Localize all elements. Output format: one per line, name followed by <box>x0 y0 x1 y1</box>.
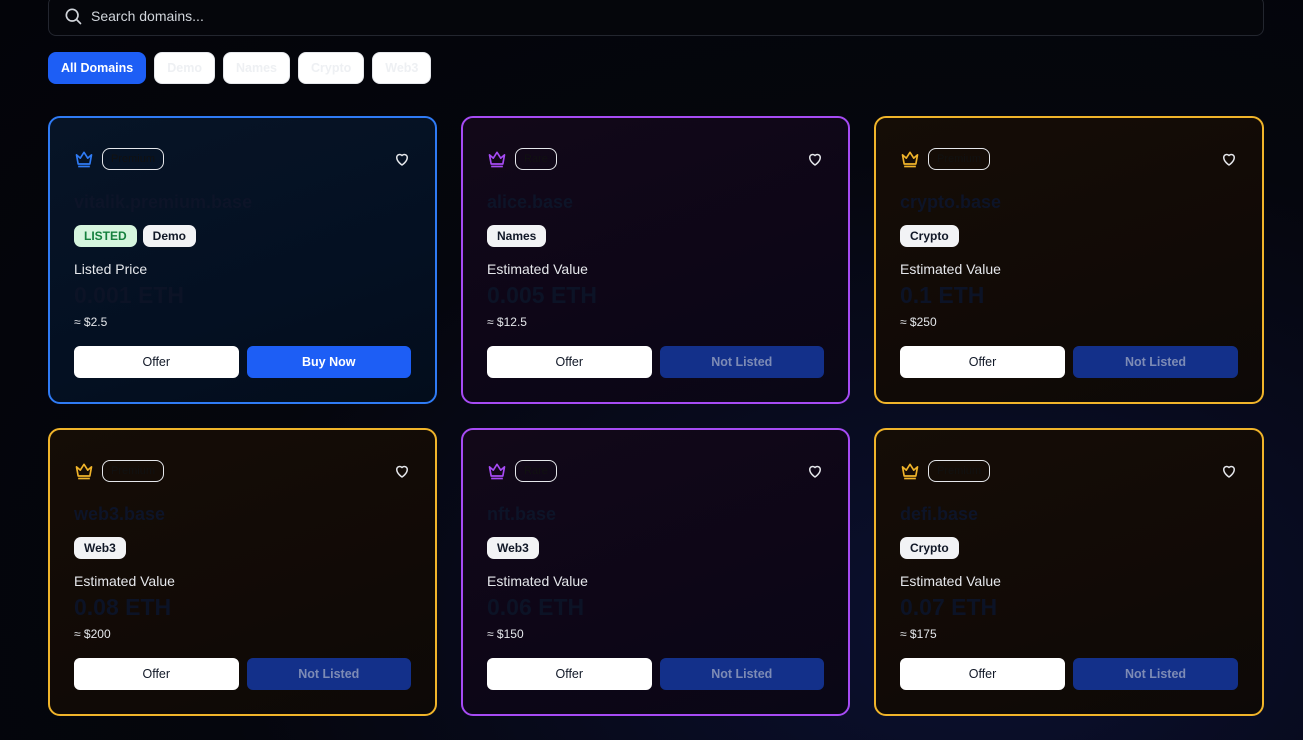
crown-icon <box>901 463 919 480</box>
price-value: 0.07 ETH <box>900 594 998 620</box>
not-listed-button: Not Listed <box>659 658 824 690</box>
category-badge: Crypto <box>900 537 959 559</box>
search-icon <box>65 8 82 25</box>
price-label: Estimated Value <box>900 261 1001 277</box>
category-badge: Names <box>487 225 547 247</box>
usd-value: ≈ $2.5 <box>74 315 108 329</box>
price-label: Estimated Value <box>487 573 588 589</box>
usd-value: ≈ $175 <box>900 627 937 641</box>
domain-card[interactable]: Premium crypto.base Crypto Estimated Val… <box>874 116 1264 404</box>
domain-name: nft.base <box>487 504 557 524</box>
usd-value: ≈ $200 <box>74 627 111 641</box>
tier-badge: Premium <box>102 148 165 170</box>
domain-name: alice.base <box>487 192 574 212</box>
price-label: Estimated Value <box>900 573 1001 589</box>
domain-name: vitalik.premium.base <box>74 192 253 212</box>
usd-value: ≈ $12.5 <box>487 315 527 329</box>
search-input[interactable] <box>91 8 1191 24</box>
heart-icon[interactable] <box>1220 150 1238 168</box>
domain-name: crypto.base <box>900 192 1002 212</box>
domain-name: defi.base <box>900 504 979 524</box>
price-label: Estimated Value <box>487 261 588 277</box>
tier-badge: Premium <box>928 460 991 482</box>
price-value: 0.06 ETH <box>487 594 585 620</box>
not-listed-button: Not Listed <box>1073 658 1238 690</box>
category-badge: Demo <box>142 225 197 247</box>
offer-button[interactable]: Offer <box>900 658 1065 690</box>
heart-icon[interactable] <box>806 150 824 168</box>
price-value: 0.005 ETH <box>487 282 597 308</box>
category-badge: Web3 <box>487 537 539 559</box>
tier-badge: Premium <box>102 460 165 482</box>
domain-card[interactable]: Premium vitalik.premium.base LISTED Demo… <box>48 116 437 404</box>
price-value: 0.1 ETH <box>900 282 985 308</box>
crown-icon <box>75 151 93 168</box>
heart-icon[interactable] <box>393 150 411 168</box>
buy-now-button[interactable]: Buy Now <box>246 346 411 378</box>
price-value: 0.001 ETH <box>74 282 184 308</box>
tier-badge: Rare <box>515 148 557 170</box>
not-listed-button: Not Listed <box>1073 346 1238 378</box>
price-value: 0.08 ETH <box>74 594 172 620</box>
offer-button[interactable]: Offer <box>74 658 239 690</box>
category-badge: Web3 <box>74 537 126 559</box>
filter-web3[interactable]: Web3 <box>372 52 432 84</box>
domain-card[interactable]: Rare alice.base Names Estimated Value 0.… <box>461 116 850 404</box>
listed-badge: LISTED <box>74 225 137 247</box>
domain-card[interactable]: Premium web3.base Web3 Estimated Value 0… <box>48 428 437 716</box>
filter-all-domains[interactable]: All Domains <box>48 52 147 84</box>
heart-icon[interactable] <box>393 462 411 480</box>
filter-names[interactable]: Names <box>222 52 290 84</box>
search-bar[interactable] <box>48 0 1264 36</box>
tier-badge: Premium <box>928 148 991 170</box>
offer-button[interactable]: Offer <box>487 658 652 690</box>
crown-icon <box>901 151 919 168</box>
domain-grid: Premium vitalik.premium.base LISTED Demo… <box>48 116 1264 716</box>
filter-demo[interactable]: Demo <box>154 52 215 84</box>
not-listed-button: Not Listed <box>659 346 824 378</box>
offer-button[interactable]: Offer <box>487 346 652 378</box>
price-label: Listed Price <box>74 261 148 277</box>
not-listed-button: Not Listed <box>246 658 411 690</box>
domain-name: web3.base <box>74 504 166 524</box>
offer-button[interactable]: Offer <box>900 346 1065 378</box>
domain-card[interactable]: Premium defi.base Crypto Estimated Value… <box>874 428 1264 716</box>
price-label: Estimated Value <box>74 573 175 589</box>
crown-icon <box>488 151 506 168</box>
crown-icon <box>488 463 506 480</box>
heart-icon[interactable] <box>806 462 824 480</box>
usd-value: ≈ $150 <box>487 627 524 641</box>
offer-button[interactable]: Offer <box>74 346 239 378</box>
heart-icon[interactable] <box>1220 462 1238 480</box>
category-badge: Crypto <box>900 225 959 247</box>
filter-crypto[interactable]: Crypto <box>297 52 365 84</box>
usd-value: ≈ $250 <box>900 315 937 329</box>
domain-card[interactable]: Rare nft.base Web3 Estimated Value 0.06 … <box>461 428 850 716</box>
filter-bar: All Domains Demo Names Crypto Web3 <box>48 52 432 84</box>
crown-icon <box>75 463 93 480</box>
tier-badge: Rare <box>515 460 557 482</box>
